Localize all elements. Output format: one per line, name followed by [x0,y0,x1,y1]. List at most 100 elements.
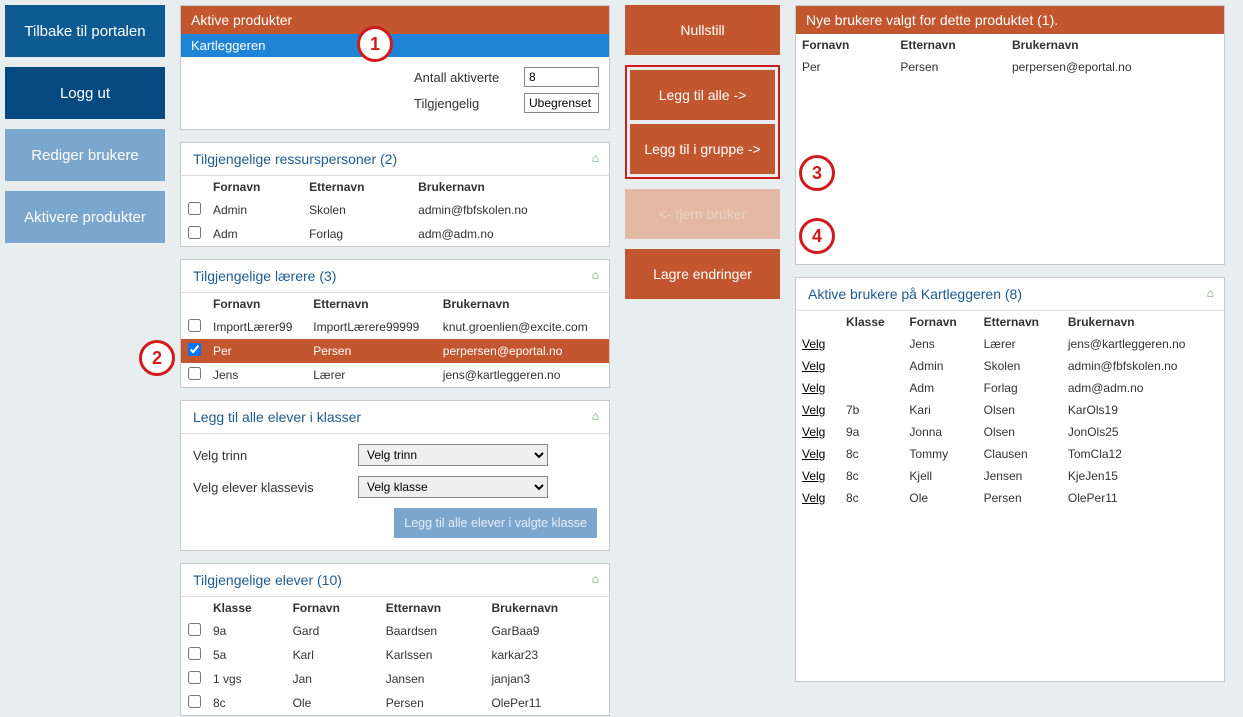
col-lastname: Etternavn [380,597,486,619]
reset-button[interactable]: Nullstill [625,5,780,55]
activated-count-label: Antall aktiverte [414,70,524,85]
collapse-icon[interactable]: ⌂ [592,151,599,165]
table-row[interactable]: AdmForlagadm@adm.no [181,222,609,246]
col-username: Brukernavn [412,176,609,198]
row-checkbox[interactable] [188,367,201,380]
row-checkbox[interactable] [188,226,201,239]
level-select[interactable]: Velg trinn [358,444,548,466]
col-firstname: Fornavn [903,311,977,333]
table-row[interactable]: Velg9aJonnaOlsenJonOls25 [796,421,1224,443]
collapse-icon[interactable]: ⌂ [592,268,599,282]
col-username: Brukernavn [1006,34,1224,56]
callout-1: 1 [357,26,393,62]
class-select[interactable]: Velg klasse [358,476,548,498]
table-row[interactable]: AdminSkolenadmin@fbfskolen.no [181,198,609,222]
activate-products-button[interactable]: Aktivere produkter [5,191,165,243]
select-link[interactable]: Velg [802,491,825,505]
add-all-button[interactable]: Legg til alle -> [630,70,775,120]
table-row[interactable]: VelgAdmForlagadm@adm.no [796,377,1224,399]
table-row[interactable]: PerPersenperpersen@eportal.no [796,56,1224,78]
col-username: Brukernavn [437,293,609,315]
save-changes-button[interactable]: Lagre endringer [625,249,780,299]
col-lastname: Etternavn [303,176,412,198]
middle-column: Nullstill Legg til alle -> Legg til i gr… [615,0,785,716]
col-username: Brukernavn [1062,311,1224,333]
select-link[interactable]: Velg [802,359,825,373]
add-class-students-button[interactable]: Legg til alle elever i valgte klasse [394,508,597,538]
resources-panel: Tilgjengelige ressurspersoner (2) ⌂ Forn… [180,142,610,247]
table-row[interactable]: VelgAdminSkolenadmin@fbfskolen.no [796,355,1224,377]
row-checkbox[interactable] [188,695,201,708]
table-row[interactable]: JensLærerjens@kartleggeren.no [181,363,609,387]
select-link[interactable]: Velg [802,337,825,351]
collapse-icon[interactable]: ⌂ [592,572,599,586]
table-row[interactable]: PerPersenperpersen@eportal.no [181,339,609,363]
table-row[interactable]: 1 vgsJanJansenjanjan3 [181,667,609,691]
active-products-panel: Aktive produkter Kartleggeren Antall akt… [180,5,610,130]
col-lastname: Etternavn [894,34,1006,56]
edit-users-button[interactable]: Rediger brukere [5,129,165,181]
active-products-header: Aktive produkter [181,6,609,34]
class-panel: Legg til alle elever i klasser ⌂ Velg tr… [180,400,610,551]
select-link[interactable]: Velg [802,425,825,439]
teachers-table: Fornavn Etternavn Brukernavn ImportLærer… [181,293,609,387]
add-to-group-button[interactable]: Legg til i gruppe -> [630,124,775,174]
table-row[interactable]: Velg8cOlePersenOlePer11 [796,487,1224,509]
table-row[interactable]: 8cOlePersenOlePer11 [181,691,609,715]
resources-table: Fornavn Etternavn Brukernavn AdminSkolen… [181,176,609,246]
students-panel: Tilgjengelige elever (10) ⌂ Klasse Forna… [180,563,610,716]
new-users-header: Nye brukere valgt for dette produktet (1… [796,6,1224,34]
row-checkbox[interactable] [188,671,201,684]
app-root: Tilbake til portalen Logg ut Rediger bru… [0,0,1243,716]
table-row[interactable]: ImportLærer99ImportLærere99999knut.groen… [181,315,609,339]
row-checkbox[interactable] [188,319,201,332]
resources-header: Tilgjengelige ressurspersoner (2) ⌂ [181,143,609,176]
col-firstname: Fornavn [796,34,894,56]
table-row[interactable]: Velg7bKariOlsenKarOls19 [796,399,1224,421]
left-column: Aktive produkter Kartleggeren Antall akt… [170,0,615,716]
students-table: Klasse Fornavn Etternavn Brukernavn 9aGa… [181,597,609,715]
available-input[interactable] [524,93,599,113]
select-link[interactable]: Velg [802,403,825,417]
available-label: Tilgjengelig [414,96,524,111]
right-column: Nye brukere valgt for dette produktet (1… [785,0,1230,716]
select-link[interactable]: Velg [802,381,825,395]
col-firstname: Fornavn [287,597,380,619]
table-row[interactable]: 5aKarlKarlssenkarkar23 [181,643,609,667]
collapse-icon[interactable]: ⌂ [592,409,599,423]
table-row[interactable]: 9aGardBaardsenGarBaa9 [181,619,609,643]
callout-4: 4 [799,218,835,254]
active-users-header: Aktive brukere på Kartleggeren (8) ⌂ [796,278,1224,311]
logout-button[interactable]: Logg ut [5,67,165,119]
back-to-portal-button[interactable]: Tilbake til portalen [5,5,165,57]
callout-3: 3 [799,155,835,191]
teachers-header: Tilgjengelige lærere (3) ⌂ [181,260,609,293]
students-header: Tilgjengelige elever (10) ⌂ [181,564,609,597]
active-users-panel: Aktive brukere på Kartleggeren (8) ⌂ Kla… [795,277,1225,682]
row-checkbox[interactable] [188,623,201,636]
teachers-panel: Tilgjengelige lærere (3) ⌂ Fornavn Etter… [180,259,610,388]
active-users-table: Klasse Fornavn Etternavn Brukernavn Velg… [796,311,1224,509]
col-username: Brukernavn [485,597,609,619]
new-users-table: Fornavn Etternavn Brukernavn PerPersenpe… [796,34,1224,78]
collapse-icon[interactable]: ⌂ [1207,286,1214,300]
row-checkbox[interactable] [188,202,201,215]
col-lastname: Etternavn [978,311,1062,333]
row-checkbox[interactable] [188,647,201,660]
class-header: Legg til alle elever i klasser ⌂ [181,401,609,434]
add-group: Legg til alle -> Legg til i gruppe -> [625,65,780,179]
table-row[interactable]: Velg8cTommyClausenTomCla12 [796,443,1224,465]
col-class: Klasse [207,597,287,619]
activated-count-input[interactable] [524,67,599,87]
col-firstname: Fornavn [207,293,307,315]
new-users-panel: Nye brukere valgt for dette produktet (1… [795,5,1225,265]
product-selected-row[interactable]: Kartleggeren [181,34,609,57]
select-link[interactable]: Velg [802,469,825,483]
table-row[interactable]: VelgJensLærerjens@kartleggeren.no [796,333,1224,355]
row-checkbox[interactable] [188,343,201,356]
level-label: Velg trinn [193,448,358,463]
remove-user-button[interactable]: <- fjern bruker [625,189,780,239]
select-link[interactable]: Velg [802,447,825,461]
col-class: Klasse [840,311,903,333]
table-row[interactable]: Velg8cKjellJensenKjeJen15 [796,465,1224,487]
